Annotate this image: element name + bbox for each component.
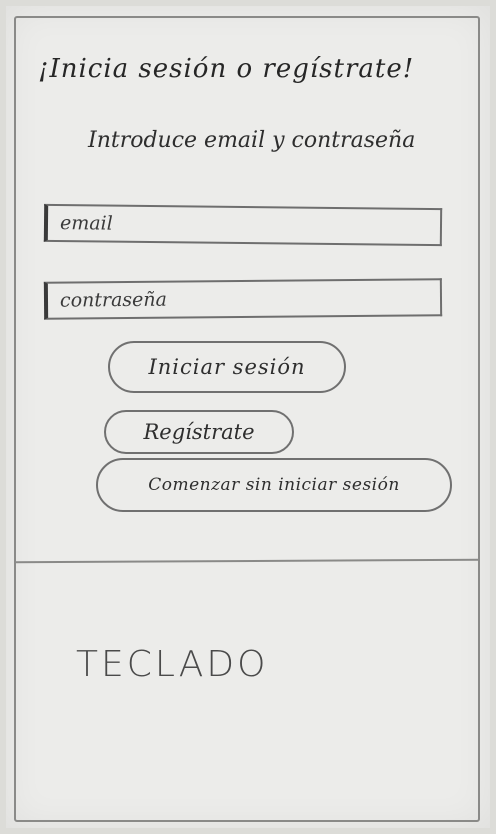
keyboard-area[interactable]: TECLADO: [14, 562, 480, 822]
email-field[interactable]: email: [43, 203, 443, 247]
password-field[interactable]: contraseña: [43, 278, 443, 320]
password-placeholder: contraseña: [59, 288, 168, 312]
register-button-label: Regístrate: [143, 420, 255, 444]
login-button-label: Iniciar sesión: [148, 355, 306, 379]
page-title: ¡Inicia sesión o regístrate!: [38, 54, 415, 84]
guest-button-label: Comenzar sin iniciar sesión: [148, 475, 400, 495]
guest-button[interactable]: Comenzar sin iniciar sesión: [96, 458, 452, 512]
register-button[interactable]: Regístrate: [104, 410, 294, 454]
keyboard-label: TECLADO: [76, 644, 269, 685]
page-subtitle: Introduce email y contraseña: [88, 128, 416, 153]
login-button[interactable]: Iniciar sesión: [108, 341, 346, 393]
email-placeholder: email: [59, 212, 113, 235]
